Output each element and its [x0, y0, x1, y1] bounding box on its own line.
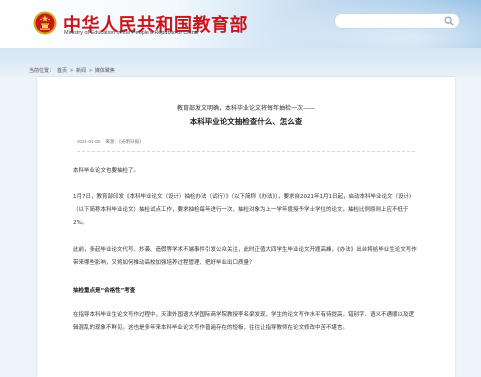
breadcrumb: 当前位置： 首页 > 新闻 > 媒体聚焦: [29, 67, 118, 74]
article-meta: 2021-01-08 来源：《光明日报》: [77, 139, 415, 152]
search-input[interactable]: [334, 13, 460, 29]
article-title: 本科毕业论文抽检查什么、怎么查: [189, 117, 303, 126]
breadcrumb-separator: >: [88, 68, 92, 74]
site-title-english: Ministry of Education of the People's Re…: [64, 30, 198, 36]
article-subheading: 抽检重点是“合格性”考查: [73, 288, 136, 294]
breadcrumb-prefix: 当前位置：: [29, 68, 55, 74]
search-icon[interactable]: [444, 16, 454, 26]
article-panel: 教育部发文明确，本科毕业论文将每年抽检一次—— 本科毕业论文抽检查什么、怎么查 …: [37, 77, 455, 377]
breadcrumb-item-media[interactable]: 媒体聚焦: [95, 68, 115, 74]
site-header: 中华人民共和国教育部 Ministry of Education of the …: [0, 0, 481, 48]
article-date: 2021-01-08: [77, 139, 101, 144]
breadcrumb-item-news[interactable]: 新闻: [76, 68, 86, 74]
article-paragraph: 1月7日，教育部印发《本科毕业论文（设计）抽检办法（试行）》（以下简称《办法》）…: [73, 194, 415, 226]
article-paragraph: 本科毕业论文也要抽检了。: [73, 168, 140, 174]
article-paragraph: 在指导本科毕业生论文写作过程中，天津外国语大学国际商学院教授李名梁发现，学生的论…: [73, 312, 415, 331]
article-source: 来源：《光明日报》: [105, 139, 144, 144]
article-paragraph: 此前，多起毕业论文代写、抄袭、造假等学术不端事件引发公众关注，此时正值大四学生毕…: [73, 247, 417, 266]
article-pre-title: 教育部发文明确，本科毕业论文将每年抽检一次——: [176, 105, 315, 112]
breadcrumb-item-home[interactable]: 首页: [57, 68, 67, 74]
national-emblem-icon: [33, 11, 57, 35]
breadcrumb-separator: >: [70, 68, 73, 74]
